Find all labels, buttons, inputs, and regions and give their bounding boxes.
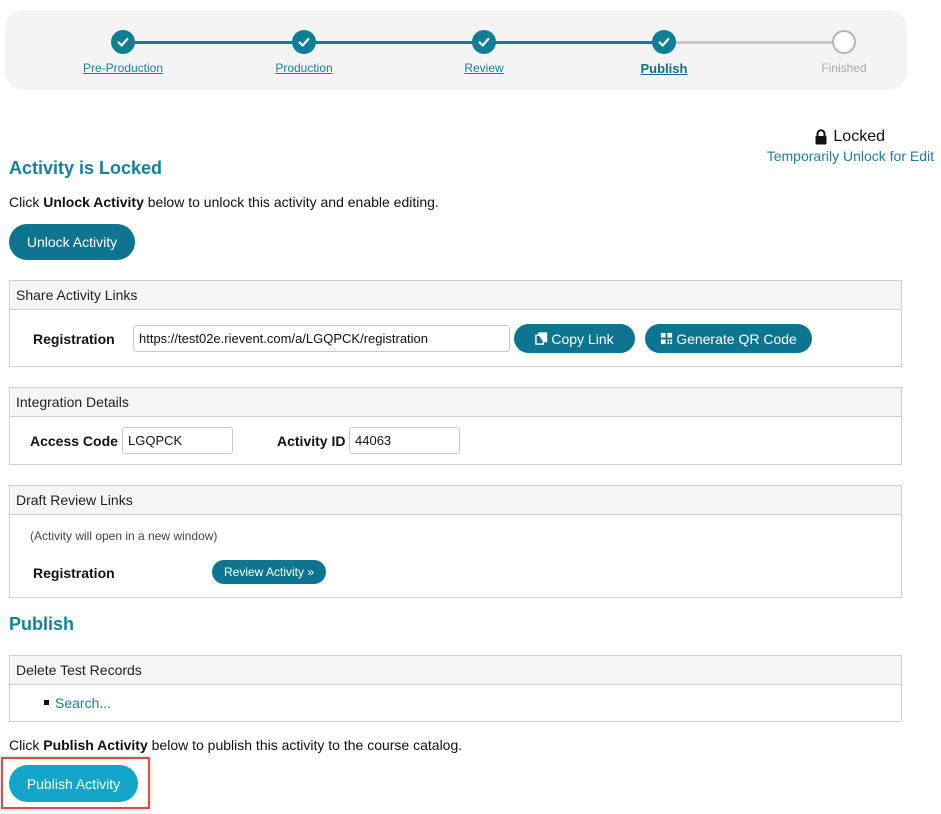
publish-instructions-pre: Click <box>9 737 44 753</box>
progress-stepper: Pre-Production Production Review Publish… <box>5 10 907 90</box>
publish-instructions: Click Publish Activity below to publish … <box>9 737 462 753</box>
step-production[interactable]: Production <box>244 30 364 75</box>
qr-code-icon <box>661 332 673 345</box>
registration-label: Registration <box>33 331 115 347</box>
step-publish[interactable]: Publish <box>604 30 724 76</box>
registration-url-input[interactable] <box>133 325 510 352</box>
step-label-production[interactable]: Production <box>244 61 364 75</box>
step-label-publish[interactable]: Publish <box>604 61 724 76</box>
lock-status-text: Locked <box>833 128 885 145</box>
access-code-label: Access Code <box>30 433 118 449</box>
draft-registration-label: Registration <box>33 565 115 581</box>
activity-id-label: Activity ID <box>277 433 346 449</box>
unlock-instructions-pre: Click <box>9 194 44 210</box>
locked-title: Activity is Locked <box>9 158 163 178</box>
unlock-activity-button[interactable]: Unlock Activity <box>9 224 135 260</box>
unlock-instructions: Click Unlock Activity below to unlock th… <box>9 194 439 210</box>
step-review[interactable]: Review <box>424 30 544 75</box>
draft-review-header: Draft Review Links <box>10 486 901 515</box>
delete-test-records-header: Delete Test Records <box>10 656 901 685</box>
step-label-review[interactable]: Review <box>424 61 544 75</box>
activity-id-input[interactable] <box>349 427 460 454</box>
bullet-icon <box>44 700 49 705</box>
check-icon <box>111 30 135 54</box>
check-icon <box>652 30 676 54</box>
publish-instructions-post: below to publish this activity to the co… <box>147 737 463 753</box>
generate-qr-code-button[interactable]: Generate QR Code <box>645 324 812 353</box>
generate-qr-code-label: Generate QR Code <box>676 330 797 347</box>
access-code-input[interactable] <box>122 427 233 454</box>
check-icon <box>472 30 496 54</box>
unlock-instructions-post: below to unlock this activity and enable… <box>143 194 439 210</box>
new-window-note: (Activity will open in a new window) <box>30 529 218 543</box>
publish-activity-button[interactable]: Publish Activity <box>9 765 138 802</box>
share-links-panel: Share Activity Links Registration Copy L… <box>9 280 902 367</box>
step-finished: Finished <box>784 30 904 75</box>
lock-icon <box>815 129 827 145</box>
empty-circle-icon <box>832 30 856 54</box>
stepper-line-complete <box>123 41 664 44</box>
review-activity-button[interactable]: Review Activity » <box>212 560 326 584</box>
step-label-finished: Finished <box>821 61 867 75</box>
publish-instructions-bold: Publish Activity <box>43 737 148 753</box>
check-icon <box>292 30 316 54</box>
temporarily-unlock-link[interactable]: Temporarily Unlock for Edit <box>767 148 934 164</box>
unlock-instructions-bold: Unlock Activity <box>43 194 144 210</box>
share-links-header: Share Activity Links <box>10 281 901 310</box>
integration-details-panel: Integration Details Access Code Activity… <box>9 387 902 465</box>
copy-link-label: Copy Link <box>551 330 614 347</box>
search-records-link[interactable]: Search... <box>55 695 111 711</box>
publish-title: Publish <box>9 614 75 634</box>
lock-status: Locked <box>814 128 885 146</box>
step-label-pre-production[interactable]: Pre-Production <box>63 61 183 75</box>
delete-test-records-panel: Delete Test Records Search... <box>9 655 902 722</box>
draft-review-panel: Draft Review Links (Activity will open i… <box>9 485 902 598</box>
copy-icon <box>535 332 548 345</box>
integration-details-header: Integration Details <box>10 388 901 417</box>
copy-link-button[interactable]: Copy Link <box>514 324 635 353</box>
step-pre-production[interactable]: Pre-Production <box>63 30 183 75</box>
